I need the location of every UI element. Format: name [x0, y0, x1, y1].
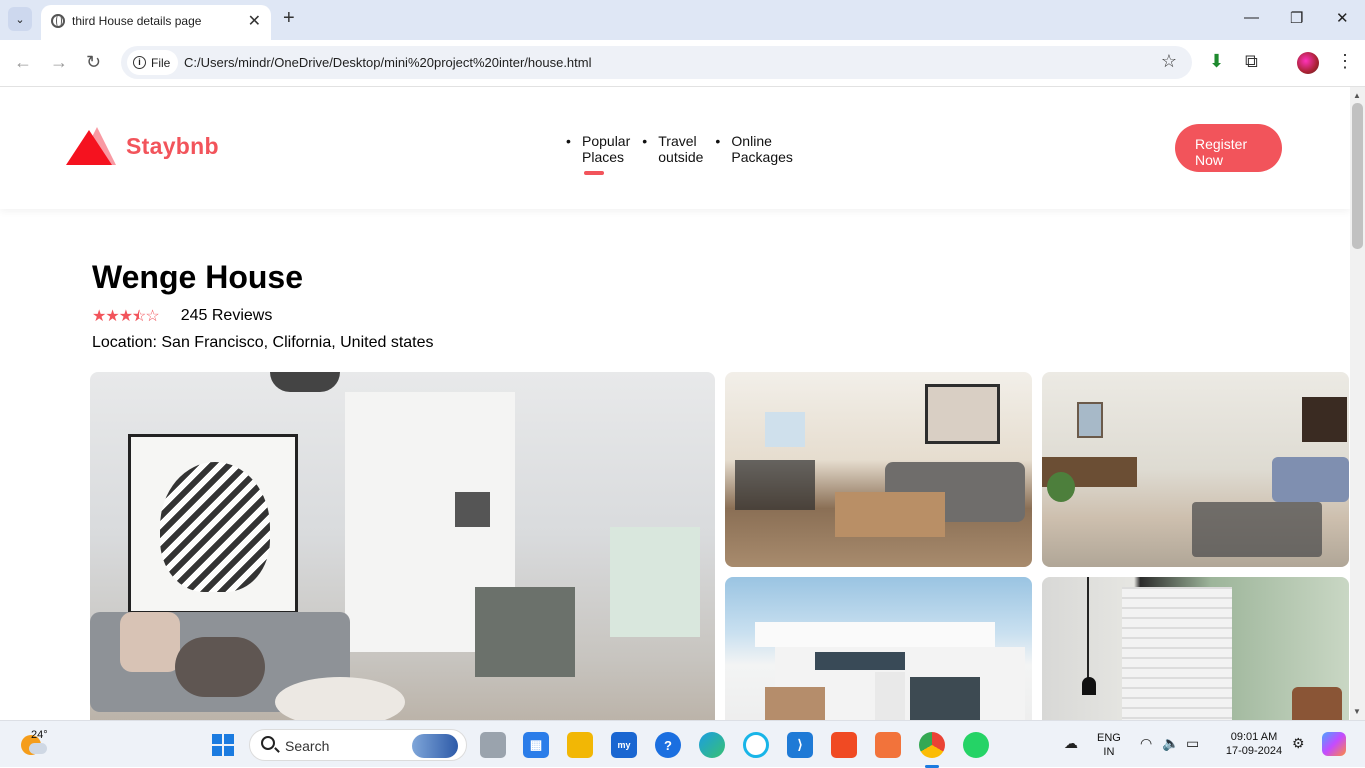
- app-icon[interactable]: [875, 732, 901, 758]
- nav-active-indicator: [584, 171, 604, 175]
- house-location: Location: San Francisco, Clifornia, Unit…: [92, 334, 434, 351]
- myhp-icon[interactable]: my: [611, 732, 637, 758]
- help-icon[interactable]: ?: [655, 732, 681, 758]
- register-label: Register: [1195, 136, 1248, 152]
- taskbar: 24° Search ▦ my ? ⟩ ☁ ENG IN ◠ 🔈 ▭ 09:01…: [0, 720, 1365, 768]
- nav-label: Travel: [658, 133, 697, 149]
- tab-title: third House details page: [72, 14, 202, 28]
- battery-icon[interactable]: ▭: [1186, 735, 1199, 752]
- reload-icon[interactable]: ↻: [86, 52, 101, 73]
- scroll-down-icon[interactable]: ▼: [1353, 707, 1361, 716]
- gallery-photo-living-room[interactable]: [725, 372, 1032, 567]
- site-chip-label: File: [151, 55, 171, 70]
- download-icon[interactable]: ⬇: [1209, 51, 1224, 72]
- star-full-icon: ★: [105, 308, 119, 325]
- main-nav: Popular Places Travel outside Online Pac…: [566, 133, 793, 175]
- search-label: Search: [285, 738, 330, 754]
- whatsapp-icon[interactable]: [963, 732, 989, 758]
- region-code: IN: [1103, 746, 1115, 758]
- notification-gear-icon[interactable]: ⚙: [1292, 735, 1305, 752]
- profile-avatar[interactable]: [1297, 52, 1319, 74]
- menu-kebab-icon[interactable]: ⋮: [1336, 51, 1354, 72]
- restore-icon[interactable]: ❐: [1290, 9, 1303, 27]
- star-full-icon: ★: [118, 308, 133, 325]
- tab-close-icon[interactable]: ✕: [248, 11, 261, 31]
- clock-time: 09:01 AM: [1230, 731, 1278, 743]
- rating-row: ★★★☆★☆ 245 Reviews: [92, 306, 272, 326]
- taskbar-search[interactable]: Search: [249, 729, 467, 761]
- wifi-icon[interactable]: ◠: [1140, 735, 1152, 752]
- clock[interactable]: 09:01 AM 17-09-2024: [1224, 730, 1284, 758]
- store-icon[interactable]: ▦: [523, 732, 549, 758]
- copilot-icon[interactable]: [1322, 732, 1346, 756]
- search-icon: [261, 736, 275, 750]
- info-icon: i: [133, 56, 146, 69]
- windows-start-icon[interactable]: [212, 734, 234, 756]
- gallery-photo-main[interactable]: [90, 372, 715, 720]
- minimize-icon[interactable]: —: [1244, 9, 1259, 26]
- register-now-button[interactable]: Register Now: [1175, 124, 1282, 172]
- nav-item-travel-outside[interactable]: Travel outside: [642, 133, 703, 165]
- temperature: 24°: [31, 729, 48, 741]
- nav-label: Online: [731, 133, 772, 149]
- new-tab-plus-icon[interactable]: +: [283, 7, 295, 30]
- star-rating: ★★★☆★☆: [92, 306, 160, 326]
- logo-text: Staybnb: [126, 132, 219, 159]
- clock-date: 17-09-2024: [1225, 745, 1283, 757]
- nav-item-online-packages[interactable]: Online Packages: [715, 133, 792, 165]
- star-empty-icon: ☆: [145, 308, 159, 325]
- chrome-icon[interactable]: [919, 732, 945, 758]
- scrollbar-thumb[interactable]: [1352, 103, 1363, 249]
- language-code: ENG: [1097, 732, 1121, 744]
- page-viewport: Staybnb Popular Places Travel outside On…: [0, 87, 1350, 720]
- file-explorer-icon[interactable]: [567, 732, 593, 758]
- nav-label: Popular: [582, 133, 631, 149]
- forward-arrow-icon[interactable]: →: [50, 52, 68, 73]
- house-title: Wenge House: [92, 259, 303, 295]
- onedrive-cloud-icon[interactable]: ☁: [1064, 735, 1078, 752]
- logo-triangle-icon: [66, 127, 116, 165]
- register-label: Now: [1195, 152, 1224, 168]
- edge-icon[interactable]: [699, 732, 725, 758]
- search-highlight-image: [412, 734, 458, 758]
- site-header: Staybnb Popular Places Travel outside On…: [0, 87, 1350, 209]
- brave-icon[interactable]: [831, 732, 857, 758]
- nav-item-popular-places[interactable]: Popular Places: [566, 133, 631, 175]
- page-scrollbar[interactable]: ▲ ▼: [1350, 87, 1365, 720]
- extensions-puzzle-icon[interactable]: ⧉: [1245, 51, 1258, 72]
- nav-label: Packages: [731, 149, 793, 165]
- tab-search-chevron-icon[interactable]: ⌄: [8, 7, 32, 31]
- back-arrow-icon[interactable]: ←: [14, 52, 32, 73]
- browser-tab[interactable]: third House details page ✕: [41, 5, 271, 40]
- alexa-icon[interactable]: [743, 732, 769, 758]
- browser-toolbar: ← → ↻ i File C:/Users/mindr/OneDrive/Des…: [0, 40, 1365, 87]
- star-half-icon: ☆★: [132, 308, 146, 325]
- logo[interactable]: Staybnb: [66, 127, 219, 165]
- gallery-photo-exterior[interactable]: [725, 577, 1032, 720]
- star-full-icon: ★: [92, 308, 106, 325]
- site-info-chip[interactable]: i File: [127, 50, 179, 75]
- scroll-up-icon[interactable]: ▲: [1353, 91, 1361, 100]
- nav-label: outside: [658, 149, 704, 165]
- window-close-icon[interactable]: ✕: [1336, 9, 1349, 27]
- tab-strip: ⌄ third House details page ✕ + — ❐ ✕: [0, 0, 1365, 40]
- globe-icon: [51, 14, 65, 28]
- gallery-photo-lounge[interactable]: [1042, 372, 1349, 567]
- volume-icon[interactable]: 🔈: [1162, 735, 1179, 752]
- language-indicator[interactable]: ENG IN: [1097, 731, 1121, 759]
- task-view-icon[interactable]: [480, 732, 506, 758]
- vscode-icon[interactable]: ⟩: [787, 732, 813, 758]
- reviews-count[interactable]: 245 Reviews: [181, 307, 273, 325]
- nav-label: Places: [582, 149, 625, 165]
- bookmark-star-icon[interactable]: ☆: [1161, 51, 1177, 72]
- url-text[interactable]: C:/Users/mindr/OneDrive/Desktop/mini%20p…: [184, 55, 592, 70]
- gallery-photo-balcony[interactable]: [1042, 577, 1349, 720]
- address-bar[interactable]: i File C:/Users/mindr/OneDrive/Desktop/m…: [121, 46, 1192, 79]
